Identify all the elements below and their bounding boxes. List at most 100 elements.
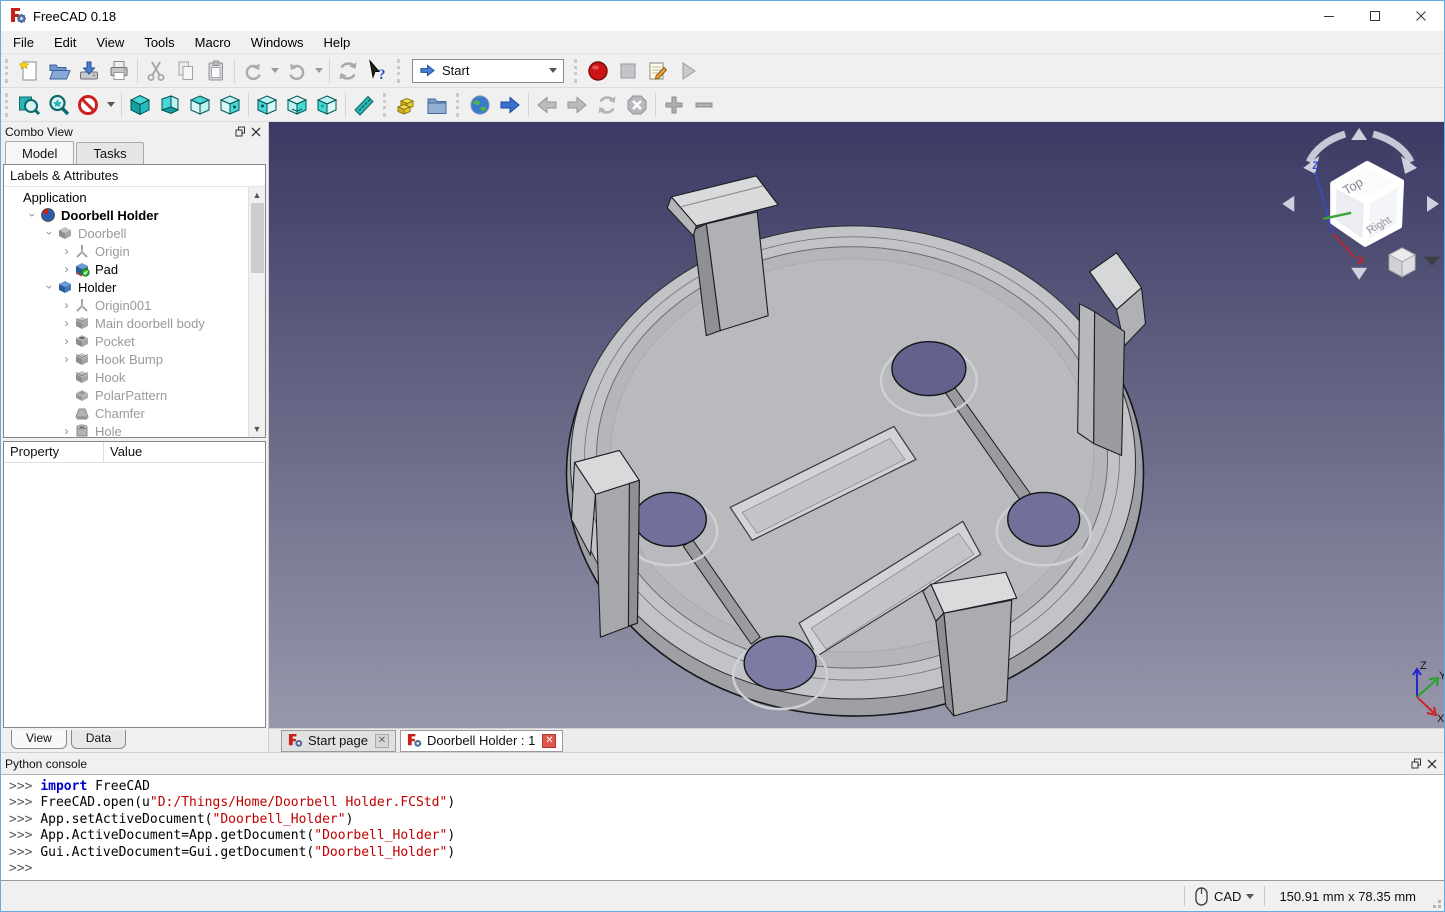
scroll-down-icon[interactable]: ▼ [253,421,262,437]
workbench-selector[interactable]: Start [412,59,564,83]
menu-tools[interactable]: Tools [134,32,184,53]
toolbar-grip[interactable] [383,93,389,117]
tree-item-hole[interactable]: ›Hole [4,422,248,437]
tree-item-doorbell-holder[interactable]: ›Doorbell Holder [4,206,248,224]
tree-scrollbar[interactable]: ▲ ▼ [248,187,265,437]
tree-item-pad[interactable]: ›Pad [4,260,248,278]
right-view-button[interactable] [215,90,245,120]
create-group-button[interactable] [422,90,452,120]
print-button[interactable] [104,56,134,86]
close-button[interactable] [1398,1,1444,31]
close-panel-button[interactable] [1424,757,1440,771]
expand-icon[interactable]: › [59,334,74,348]
cut-button[interactable] [141,56,171,86]
tree-item-pocket[interactable]: ›Pocket [4,332,248,350]
undo-dropdown[interactable] [268,56,282,86]
draw-style-button[interactable] [74,90,104,120]
stop-web-button[interactable] [622,90,652,120]
nav-cube-menu-icon[interactable] [1389,248,1415,277]
paste-button[interactable] [201,56,231,86]
redo-button[interactable] [282,56,312,86]
tree-item-polarpattern[interactable]: PolarPattern [4,386,248,404]
menu-macro[interactable]: Macro [185,32,241,53]
tree-item-holder[interactable]: ›Holder [4,278,248,296]
menu-edit[interactable]: Edit [44,32,86,53]
copy-button[interactable] [171,56,201,86]
3d-viewport[interactable]: Z X Top Right [269,122,1444,728]
collapse-icon[interactable]: › [43,280,57,295]
back-button[interactable] [532,90,562,120]
draw-style-dropdown[interactable] [104,90,118,120]
toolbar-grip[interactable] [574,59,580,83]
python-console-output[interactable]: >>> import FreeCAD>>> FreeCAD.open(u"D:/… [1,774,1444,880]
scroll-up-icon[interactable]: ▲ [253,187,262,203]
menu-windows[interactable]: Windows [241,32,314,53]
close-tab-icon[interactable]: ✕ [542,734,556,748]
front-view-button[interactable] [155,90,185,120]
toolbar-grip[interactable] [5,59,11,83]
collapse-icon[interactable]: › [43,226,57,241]
expand-icon[interactable]: › [59,316,74,330]
zoom-in-button[interactable] [659,90,689,120]
fit-all-button[interactable] [14,90,44,120]
tree-item-origin001[interactable]: ›Origin001 [4,296,248,314]
record-macro-button[interactable] [583,56,613,86]
run-macro-button[interactable] [673,56,703,86]
float-panel-button[interactable] [1408,757,1424,771]
forward-button[interactable] [562,90,592,120]
float-panel-button[interactable] [232,125,248,139]
scrollbar-thumb[interactable] [251,203,264,273]
tree-item-hook-bump[interactable]: ›Hook Bump [4,350,248,368]
tree-item-origin[interactable]: ›Origin [4,242,248,260]
menu-view[interactable]: View [86,32,134,53]
tree-item-main-doorbell-body[interactable]: ›Main doorbell body [4,314,248,332]
tree-item-hook[interactable]: Hook [4,368,248,386]
whats-this-button[interactable]: ? [363,56,393,86]
bottom-view-button[interactable] [282,90,312,120]
tab-tasks[interactable]: Tasks [76,142,143,164]
tree-item-application[interactable]: Application [4,188,248,206]
left-view-button[interactable] [312,90,342,120]
toolbar-grip[interactable] [5,93,11,117]
tree-item-chamfer[interactable]: Chamfer [4,404,248,422]
redo-dropdown[interactable] [312,56,326,86]
tree-item-doorbell[interactable]: ›Doorbell [4,224,248,242]
expand-icon[interactable]: › [59,424,74,437]
create-part-button[interactable] [392,90,422,120]
open-website-button[interactable] [465,90,495,120]
close-tab-icon[interactable]: ✕ [375,734,389,748]
resize-grip[interactable] [1430,881,1444,911]
stop-macro-button[interactable] [613,56,643,86]
navigation-style-selector[interactable]: CAD [1185,887,1264,906]
toolbar-grip[interactable] [456,93,462,117]
tab-data[interactable]: Data [71,730,126,749]
expand-icon[interactable]: › [59,262,74,276]
menu-file[interactable]: File [3,32,44,53]
expand-icon[interactable]: › [59,298,74,312]
go-to-page-button[interactable] [495,90,525,120]
tab-view[interactable]: View [11,730,67,749]
axonometric-view-button[interactable] [125,90,155,120]
expand-icon[interactable]: › [59,244,74,258]
close-panel-button[interactable] [248,125,264,139]
new-file-button[interactable] [14,56,44,86]
expand-icon[interactable]: › [59,352,74,366]
refresh-web-button[interactable] [592,90,622,120]
undo-button[interactable] [238,56,268,86]
menu-help[interactable]: Help [314,32,361,53]
collapse-icon[interactable]: › [26,208,40,223]
top-view-button[interactable] [185,90,215,120]
tab-start-page[interactable]: Start page ✕ [281,730,396,752]
open-file-button[interactable] [44,56,74,86]
edit-macro-button[interactable] [643,56,673,86]
maximize-button[interactable] [1352,1,1398,31]
rear-view-button[interactable] [252,90,282,120]
refresh-button[interactable] [333,56,363,86]
minimize-button[interactable] [1306,1,1352,31]
zoom-out-button[interactable] [689,90,719,120]
tab-model[interactable]: Model [5,141,74,164]
toolbar-grip[interactable] [397,59,403,83]
save-button[interactable] [74,56,104,86]
fit-selection-button[interactable] [44,90,74,120]
tab-doorbell-holder[interactable]: Doorbell Holder : 1 ✕ [400,730,563,752]
